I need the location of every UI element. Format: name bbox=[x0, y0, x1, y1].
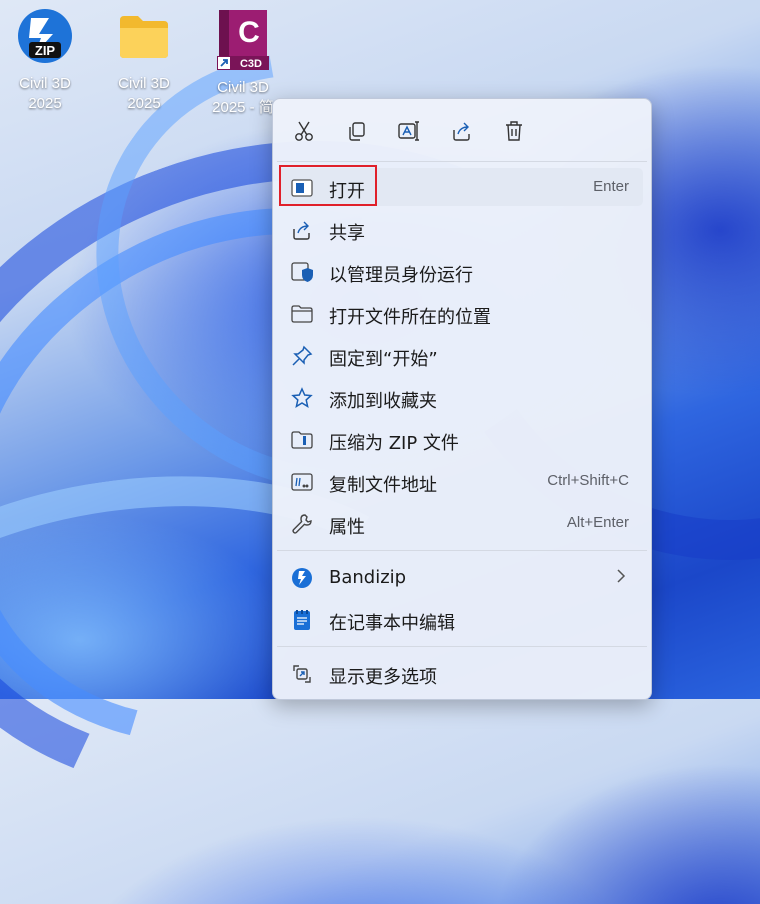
pin-icon bbox=[291, 345, 313, 367]
menu-item-open-file-location[interactable]: 打开文件所在的位置 bbox=[279, 294, 643, 332]
delete-icon bbox=[506, 121, 522, 141]
menu-item-label: 复制文件地址 bbox=[329, 475, 437, 496]
menu-item-label: 在记事本中编辑 bbox=[329, 613, 455, 634]
menu-item-label: 打开文件所在的位置 bbox=[329, 307, 491, 328]
highlight-annotation-box bbox=[279, 165, 377, 206]
menu-item-label: 共享 bbox=[329, 223, 365, 244]
menu-item-label: 以管理员身份运行 bbox=[329, 265, 473, 286]
zip-badge-text: ZIP bbox=[35, 43, 56, 58]
shield-icon bbox=[291, 261, 313, 283]
copy-path-icon bbox=[291, 471, 313, 493]
folder-icon bbox=[291, 303, 313, 325]
cut-icon bbox=[295, 121, 313, 141]
share-icon bbox=[291, 219, 313, 241]
desktop-icon-civil3d-folder[interactable]: Civil 3D 2025 bbox=[108, 6, 180, 114]
menu-item-label: 添加到收藏夹 bbox=[329, 391, 437, 412]
delete-button[interactable] bbox=[500, 117, 528, 145]
desktop-icon-label: Civil 3D 2025 - 简 bbox=[212, 79, 274, 116]
desktop-icon-label: Civil 3D 2025 bbox=[118, 75, 170, 112]
menu-item-properties[interactable]: 属性 Alt+Enter bbox=[279, 504, 643, 542]
menu-item-label: 固定到“开始” bbox=[329, 349, 438, 370]
menu-item-label: Bandizip bbox=[329, 567, 407, 588]
menu-item-add-to-favorites[interactable]: 添加到收藏夹 bbox=[279, 378, 643, 416]
star-icon bbox=[291, 387, 313, 409]
context-menu-toolbar bbox=[273, 99, 651, 161]
zip-folder-icon bbox=[291, 429, 313, 451]
menu-separator bbox=[277, 550, 647, 551]
menu-item-share[interactable]: 共享 bbox=[279, 210, 643, 248]
menu-item-label: 显示更多选项 bbox=[329, 667, 437, 688]
share-button[interactable] bbox=[448, 117, 476, 145]
menu-item-pin-to-start[interactable]: 固定到“开始” bbox=[279, 336, 643, 374]
cut-button[interactable] bbox=[290, 117, 318, 145]
desktop-icon-label: Civil 3D 2025 bbox=[19, 75, 71, 112]
copy-icon bbox=[349, 122, 365, 141]
wrench-icon bbox=[291, 513, 313, 535]
menu-item-compress-zip[interactable]: 压缩为 ZIP 文件 bbox=[279, 420, 643, 458]
share-icon bbox=[453, 122, 470, 141]
bandizip-icon bbox=[291, 567, 313, 589]
menu-item-label: 压缩为 ZIP 文件 bbox=[329, 433, 459, 454]
zip-app-icon: ZIP bbox=[18, 9, 72, 63]
c3d-badge-text: C3D bbox=[240, 58, 262, 70]
chevron-right-icon bbox=[615, 567, 627, 590]
menu-item-shortcut: Enter bbox=[593, 178, 629, 195]
menu-item-shortcut: Alt+Enter bbox=[566, 514, 629, 531]
menu-item-label: 属性 bbox=[329, 517, 365, 538]
notepad-icon bbox=[291, 609, 313, 631]
folder-icon bbox=[120, 16, 168, 58]
menu-separator bbox=[277, 161, 647, 162]
menu-item-edit-in-notepad[interactable]: 在记事本中编辑 bbox=[279, 600, 643, 638]
menu-item-shortcut: Ctrl+Shift+C bbox=[547, 472, 629, 489]
more-options-icon bbox=[291, 663, 313, 685]
desktop-icon-civil3d-zip[interactable]: ZIP Civil 3D 2025 bbox=[9, 6, 81, 114]
civil3d-app-icon: C C3D bbox=[217, 10, 269, 70]
civil3d-letter: C bbox=[238, 16, 260, 49]
menu-separator bbox=[277, 646, 647, 647]
menu-item-run-as-admin[interactable]: 以管理员身份运行 bbox=[279, 252, 643, 290]
desktop-icon-civil3d-shortcut[interactable]: C C3D Civil 3D 2025 - 简 bbox=[207, 6, 279, 118]
menu-item-bandizip[interactable]: Bandizip bbox=[279, 558, 643, 596]
rename-button[interactable] bbox=[395, 117, 423, 145]
copy-button[interactable] bbox=[343, 117, 371, 145]
menu-item-copy-path[interactable]: 复制文件地址 Ctrl+Shift+C bbox=[279, 462, 643, 500]
rename-icon bbox=[398, 121, 419, 141]
menu-item-show-more-options[interactable]: 显示更多选项 bbox=[279, 654, 643, 692]
